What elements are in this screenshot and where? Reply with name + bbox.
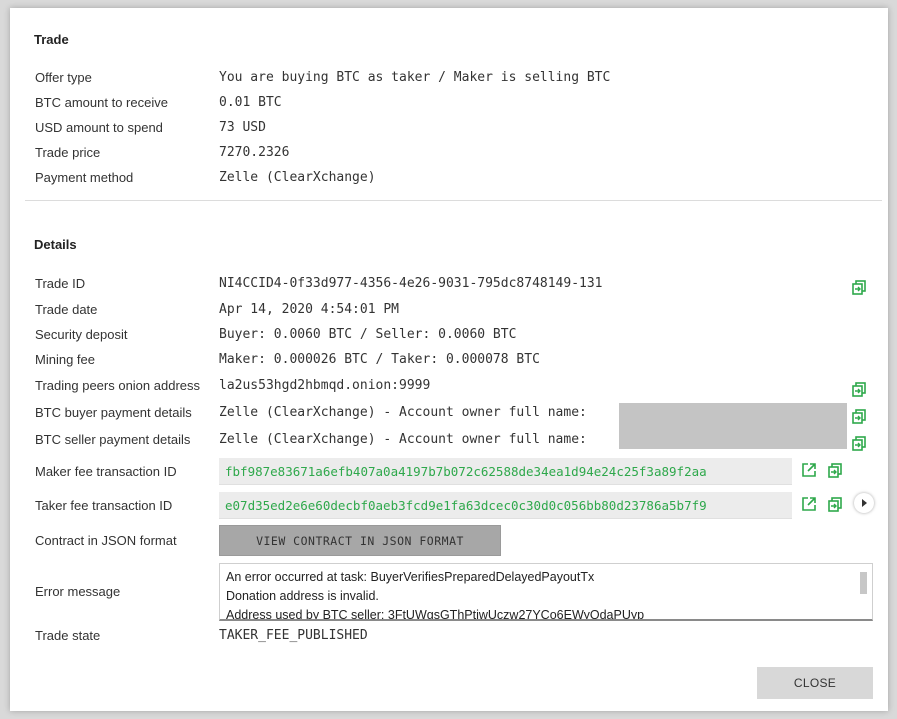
trade-id-value: NI4CCID4-0f33d977-4356-4e26-9031-795dc87… — [219, 276, 603, 291]
copy-icon[interactable] — [851, 279, 867, 295]
usd-amount-value: 73 USD — [219, 120, 266, 135]
copy-icon[interactable] — [827, 496, 843, 512]
mining-fee-row: Mining fee Maker: 0.000026 BTC / Taker: … — [35, 352, 874, 372]
taker-fee-tx-label: Taker fee transaction ID — [35, 498, 173, 513]
trade-price-label: Trade price — [35, 145, 101, 160]
payment-method-label: Payment method — [35, 170, 134, 185]
trade-date-value: Apr 14, 2020 4:54:01 PM — [219, 302, 400, 317]
close-button[interactable]: CLOSE — [757, 667, 873, 699]
security-deposit-value: Buyer: 0.0060 BTC / Seller: 0.0060 BTC — [219, 327, 517, 342]
trade-date-row: Trade date Apr 14, 2020 4:54:01 PM — [35, 302, 874, 322]
details-section-title: Details — [34, 237, 77, 252]
trade-state-label: Trade state — [35, 628, 101, 643]
payment-method-row: Payment method Zelle (ClearXchange) — [35, 170, 874, 190]
copy-icon[interactable] — [851, 408, 867, 424]
copy-icon[interactable] — [851, 435, 867, 451]
error-message-textarea[interactable]: An error occurred at task: BuyerVerifies… — [219, 563, 873, 621]
error-line: Address used by BTC seller: 3FtUWgsGThPt… — [226, 608, 645, 621]
error-message-label: Error message — [35, 584, 121, 599]
trade-details-dialog: Trade Offer type You are buying BTC as t… — [10, 8, 888, 711]
play-button[interactable] — [854, 493, 874, 513]
contract-label: Contract in JSON format — [35, 533, 177, 548]
error-line: Donation address is invalid. — [226, 589, 379, 603]
btc-amount-row: BTC amount to receive 0.01 BTC — [35, 95, 874, 115]
play-icon — [862, 499, 867, 507]
seller-payment-value: Zelle (ClearXchange) - Account owner ful… — [219, 432, 587, 447]
offer-type-value: You are buying BTC as taker / Maker is s… — [219, 70, 611, 85]
offer-type-label: Offer type — [35, 70, 92, 85]
error-scrollbar[interactable] — [859, 570, 868, 610]
usd-amount-row: USD amount to spend 73 USD — [35, 120, 874, 140]
onion-address-row: Trading peers onion address la2us53hgd2h… — [35, 378, 874, 398]
buyer-payment-label: BTC buyer payment details — [35, 405, 192, 420]
trade-price-row: Trade price 7270.2326 — [35, 145, 874, 165]
section-divider — [25, 200, 882, 201]
trade-state-row: Trade state TAKER_FEE_PUBLISHED — [35, 628, 874, 648]
copy-icon[interactable] — [851, 381, 867, 397]
trade-id-label: Trade ID — [35, 276, 86, 291]
error-line: An error occurred at task: BuyerVerifies… — [226, 570, 595, 584]
offer-type-row: Offer type You are buying BTC as taker /… — [35, 70, 874, 90]
onion-address-value: la2us53hgd2hbmqd.onion:9999 — [219, 378, 431, 393]
redacted-name-block — [619, 403, 847, 449]
security-deposit-label: Security deposit — [35, 327, 128, 342]
maker-fee-tx-field[interactable]: fbf987e83671a6efb407a0a4197b7b072c62588d… — [219, 458, 792, 485]
payment-method-value: Zelle (ClearXchange) — [219, 170, 376, 185]
trade-date-label: Trade date — [35, 302, 98, 317]
seller-payment-label: BTC seller payment details — [35, 432, 191, 447]
mining-fee-value: Maker: 0.000026 BTC / Taker: 0.000078 BT… — [219, 352, 540, 367]
maker-fee-tx-label: Maker fee transaction ID — [35, 464, 177, 479]
btc-amount-label: BTC amount to receive — [35, 95, 168, 110]
copy-icon[interactable] — [827, 462, 843, 478]
onion-address-label: Trading peers onion address — [35, 378, 201, 393]
taker-fee-tx-field[interactable]: e07d35ed2e6e60decbf0aeb3fcd9e1fa63dcec0c… — [219, 492, 792, 519]
view-contract-json-button[interactable]: VIEW CONTRACT IN JSON FORMAT — [219, 525, 501, 556]
trade-section-title: Trade — [34, 32, 69, 47]
external-link-icon[interactable] — [801, 496, 817, 512]
trade-state-value: TAKER_FEE_PUBLISHED — [219, 628, 368, 643]
usd-amount-label: USD amount to spend — [35, 120, 163, 135]
trade-price-value: 7270.2326 — [219, 145, 290, 160]
external-link-icon[interactable] — [801, 462, 817, 478]
trade-id-row: Trade ID NI4CCID4-0f33d977-4356-4e26-903… — [35, 276, 874, 296]
btc-amount-value: 0.01 BTC — [219, 95, 282, 110]
scrollbar-thumb[interactable] — [860, 572, 867, 594]
mining-fee-label: Mining fee — [35, 352, 95, 367]
security-deposit-row: Security deposit Buyer: 0.0060 BTC / Sel… — [35, 327, 874, 347]
buyer-payment-value: Zelle (ClearXchange) - Account owner ful… — [219, 405, 587, 420]
